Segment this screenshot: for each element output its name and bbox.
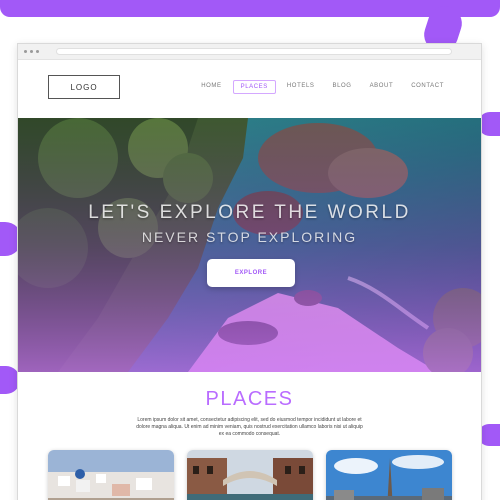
browser-toolbar: [18, 44, 481, 60]
place-image: [187, 450, 313, 500]
section-title: PLACES: [205, 388, 294, 410]
hero-banner: LET'S EXPLORE THE WORLD NEVER STOP EXPLO…: [18, 118, 481, 372]
places-cards: [48, 450, 452, 500]
explore-button[interactable]: EXPLORE: [207, 259, 295, 287]
place-card[interactable]: [326, 450, 452, 500]
hero-title: LET'S EXPLORE THE WORLD: [88, 202, 411, 223]
screen: LOGO HOME PLACES HOTELS BLOG ABOUT CONTA…: [0, 0, 500, 500]
menu-item-hotels[interactable]: HOTELS: [280, 80, 322, 94]
window-dot-icon[interactable]: [36, 50, 39, 53]
place-card[interactable]: [187, 450, 313, 500]
place-image: [48, 450, 174, 500]
menu-item-about[interactable]: ABOUT: [363, 80, 401, 94]
hero-subtitle: NEVER STOP EXPLORING: [141, 229, 358, 245]
menu-item-home[interactable]: HOME: [194, 80, 228, 94]
logo[interactable]: LOGO: [48, 75, 120, 99]
section-description: Lorem ipsum dolor sit amet, consectetur …: [136, 417, 363, 437]
hero-image: [18, 118, 481, 372]
menu-item-places[interactable]: PLACES: [232, 80, 276, 94]
browser-window: LOGO HOME PLACES HOTELS BLOG ABOUT CONTA…: [17, 43, 482, 500]
window-dot-icon[interactable]: [24, 50, 27, 53]
window-dot-icon[interactable]: [30, 50, 33, 53]
menu-item-blog[interactable]: BLOG: [325, 80, 358, 94]
site-header: LOGO HOME PLACES HOTELS BLOG ABOUT CONTA…: [18, 60, 481, 118]
address-bar[interactable]: [56, 48, 452, 55]
decorative-ribbon: [0, 0, 500, 17]
place-image: [326, 450, 452, 500]
main-menu: HOME PLACES HOTELS BLOG ABOUT CONTACT: [194, 80, 451, 94]
menu-item-contact[interactable]: CONTACT: [404, 80, 451, 94]
place-card[interactable]: [48, 450, 174, 500]
